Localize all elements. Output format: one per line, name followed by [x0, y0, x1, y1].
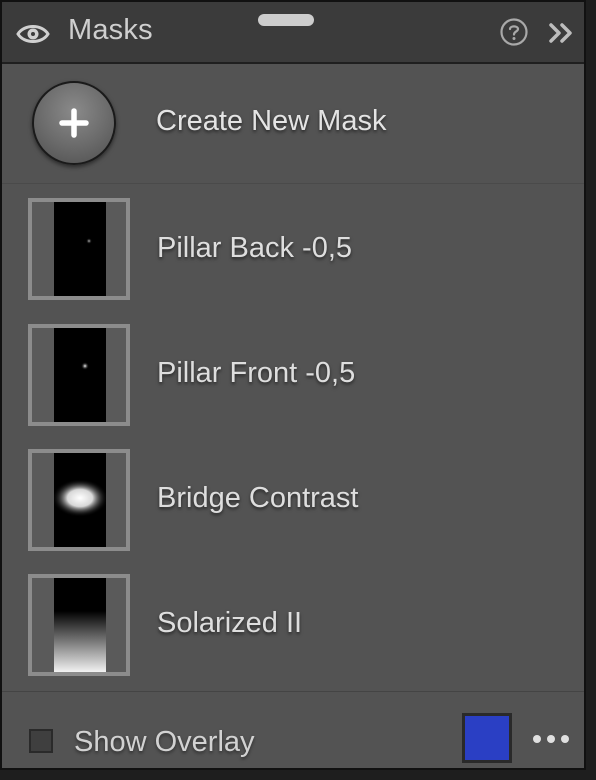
- mask-item-pillar-front[interactable]: Pillar Front -0,5: [2, 314, 584, 439]
- create-mask-button[interactable]: [32, 81, 116, 165]
- show-overlay-label[interactable]: Show Overlay: [74, 726, 255, 759]
- more-horizontal-icon[interactable]: [532, 732, 570, 746]
- mask-thumbnail: [28, 574, 130, 676]
- plus-icon: [59, 108, 89, 138]
- mask-name: Bridge Contrast: [157, 482, 359, 514]
- mask-thumbnail-image: [54, 578, 106, 672]
- panel-header: Masks: [2, 2, 584, 64]
- mask-thumbnail: [28, 198, 130, 300]
- mask-thumbnail-preview: [54, 202, 106, 296]
- mask-item-pillar-back[interactable]: Pillar Back -0,5: [2, 189, 584, 314]
- mask-name: Solarized II: [157, 607, 303, 639]
- panel-footer: Show Overlay: [2, 691, 584, 768]
- mask-thumbnail-image: [81, 362, 89, 370]
- mask-thumbnail-image: [86, 238, 92, 244]
- mask-item-bridge-contrast[interactable]: Bridge Contrast: [2, 439, 584, 564]
- overlay-color-swatch[interactable]: [462, 713, 512, 763]
- mask-name: Pillar Back -0,5: [157, 232, 353, 264]
- mask-thumbnail-preview: [54, 578, 106, 672]
- mask-thumbnail: [28, 449, 130, 551]
- mask-thumbnail-preview: [54, 453, 106, 547]
- create-mask-label: Create New Mask: [156, 105, 387, 137]
- show-overlay-checkbox[interactable]: [29, 729, 53, 753]
- create-mask-row[interactable]: Create New Mask: [2, 64, 584, 184]
- masks-panel: Masks Create New Mask Pillar Back -0,5 P…: [0, 0, 586, 770]
- mask-thumbnail-image: [54, 479, 106, 517]
- mask-thumbnail-preview: [54, 328, 106, 422]
- eye-icon[interactable]: [16, 21, 50, 47]
- drag-handle[interactable]: [258, 14, 314, 26]
- mask-thumbnail: [28, 324, 130, 426]
- help-circle-icon[interactable]: [499, 17, 529, 47]
- mask-name: Pillar Front -0,5: [157, 357, 356, 389]
- double-chevron-right-icon[interactable]: [548, 22, 576, 44]
- mask-item-solarized[interactable]: Solarized II: [2, 564, 584, 689]
- panel-title: Masks: [68, 14, 153, 46]
